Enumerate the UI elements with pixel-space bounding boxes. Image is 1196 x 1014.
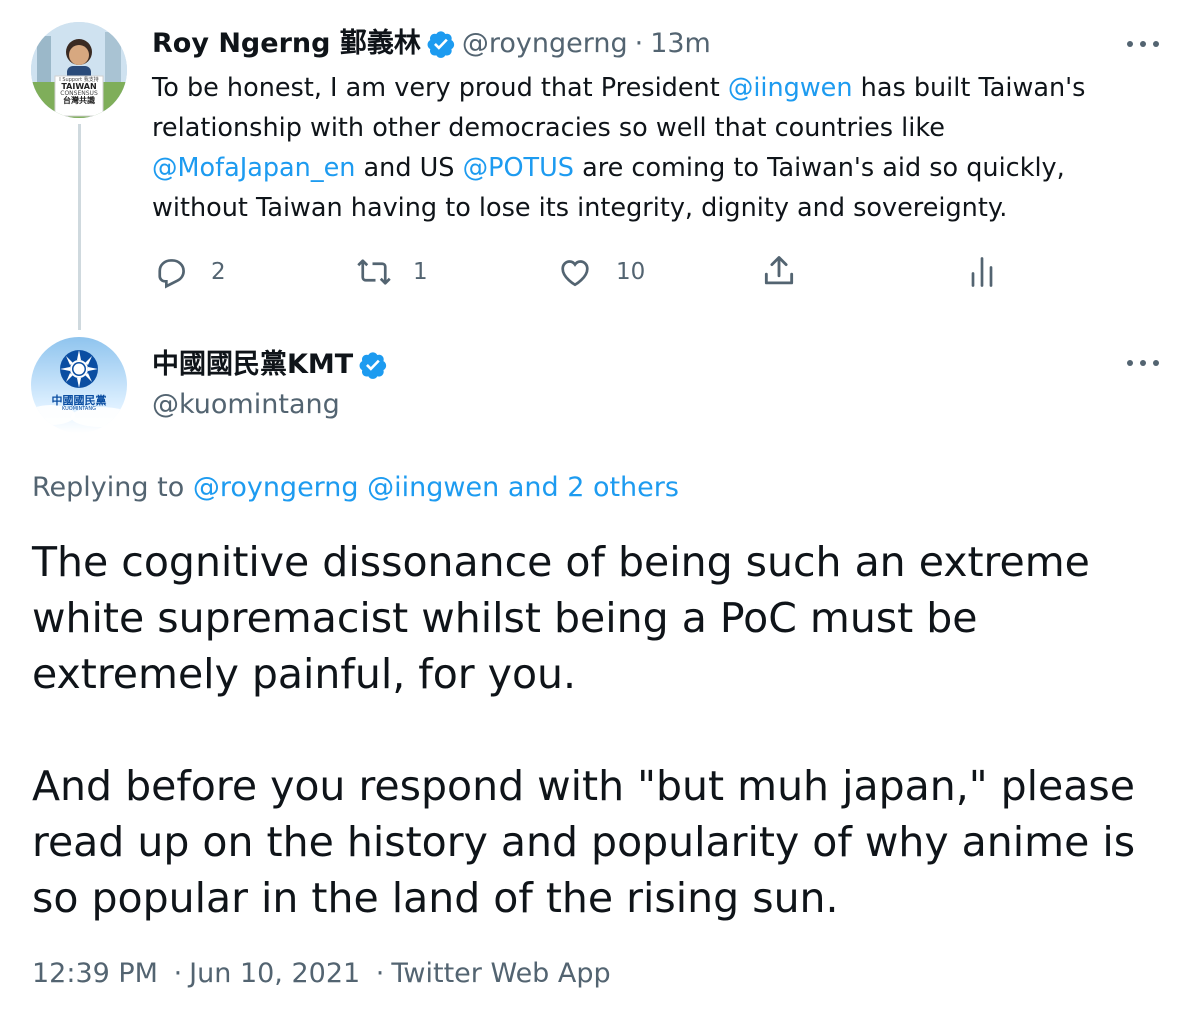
share-button[interactable] xyxy=(760,252,798,290)
reply-count: 2 xyxy=(211,259,226,285)
avatar-kuomintang[interactable]: 中國國民黨 KUOMINTANG xyxy=(31,337,127,433)
separator: · xyxy=(634,28,644,59)
like-icon xyxy=(561,260,589,287)
avatar-sign-line: 台灣共識 xyxy=(63,96,95,105)
author-row: Roy Ngerng 鄞義林 @royngerng · 13m xyxy=(152,26,711,62)
share-icon xyxy=(764,256,794,285)
tweet-date[interactable]: Jun 10, 2021 xyxy=(189,958,360,989)
paragraph: And before you respond with "but muh jap… xyxy=(32,758,1172,926)
tweet-time[interactable]: 12:39 PM xyxy=(32,958,158,989)
text-span: and US xyxy=(355,153,463,183)
display-name[interactable]: 中國國民黨KMT xyxy=(152,347,353,383)
tweet-metadata: 12:39 PM · Jun 10, 2021 · Twitter Web App xyxy=(32,955,611,993)
tweet-source[interactable]: Twitter Web App xyxy=(391,958,610,989)
body-line: And before you respond with "but muh jap… xyxy=(32,762,1135,810)
more-icon[interactable] xyxy=(1127,37,1159,51)
others-link[interactable]: and 2 others xyxy=(508,472,679,503)
body-line: The cognitive dissonance of being such a… xyxy=(32,538,1090,586)
verified-badge-icon xyxy=(359,352,387,379)
kmt-emblem-icon xyxy=(31,350,127,427)
mention-link[interactable]: @royngerng xyxy=(193,472,359,503)
mention-link[interactable]: @iingwen xyxy=(728,73,853,103)
body-line: extremely painful, for you. xyxy=(32,650,577,698)
replying-to: Replying to @royngerng @iingwen and 2 ot… xyxy=(32,470,679,506)
retweet-button[interactable]: 1 xyxy=(355,254,428,290)
tweet-line: @MofaJapan_en and US @POTUS are coming t… xyxy=(152,148,1162,188)
tweet-line: without Taiwan having to lose its integr… xyxy=(152,193,1008,223)
analytics-icon xyxy=(971,257,993,287)
separator: · xyxy=(375,958,385,989)
author-row: 中國國民黨KMT xyxy=(152,347,394,383)
handle[interactable]: @royngerng xyxy=(462,26,628,62)
text-span: are coming to Taiwan's aid so quickly, xyxy=(573,153,1065,183)
mention-link[interactable]: @MofaJapan_en xyxy=(152,153,355,183)
text-span: has built Taiwan's xyxy=(852,73,1086,103)
tweet-line: To be honest, I am very proud that Presi… xyxy=(152,68,1162,108)
verified-badge-icon xyxy=(427,31,454,58)
retweet-count: 1 xyxy=(413,259,428,285)
avatar-caption-line: 中國國民黨 xyxy=(51,394,107,407)
text-span: To be honest, I am very proud that Presi… xyxy=(152,73,728,103)
avatar-caption: 中國國民黨 KUOMINTANG xyxy=(31,395,127,412)
body-line: white supremacist whilst being a PoC mus… xyxy=(32,594,978,642)
handle[interactable]: @kuomintang xyxy=(152,387,340,423)
like-button[interactable]: 10 xyxy=(556,254,645,290)
reply-icon xyxy=(158,259,185,289)
replying-prefix: Replying to xyxy=(32,472,193,503)
body-line: so popular in the land of the rising sun… xyxy=(32,874,839,922)
paragraph: The cognitive dissonance of being such a… xyxy=(32,534,1172,702)
tweet-line: relationship with other democracies so w… xyxy=(152,113,945,143)
reply-body: The cognitive dissonance of being such a… xyxy=(32,534,1172,926)
like-count: 10 xyxy=(616,259,646,285)
tweet-thread: I Support 我支持 TAIWAN CONSENSUS 台灣共識 Roy … xyxy=(0,0,1196,1014)
retweet-icon xyxy=(357,259,391,285)
reply-button[interactable]: 2 xyxy=(153,254,226,290)
separator: · xyxy=(173,958,183,989)
avatar-sign: I Support 我支持 TAIWAN CONSENSUS 台灣共識 xyxy=(55,78,103,105)
tweet-actions: 2 1 10 xyxy=(0,252,1196,292)
avatar-caption-line: KUOMINTANG xyxy=(62,405,96,412)
body-line: read up on the history and popularity of… xyxy=(32,818,1136,866)
timestamp[interactable]: 13m xyxy=(650,26,711,62)
mention-link[interactable]: @iingwen xyxy=(367,472,499,503)
analytics-button[interactable] xyxy=(964,254,1000,290)
mention-link[interactable]: @POTUS xyxy=(463,153,574,183)
display-name[interactable]: Roy Ngerng 鄞義林 xyxy=(152,26,421,62)
avatar-royngerng[interactable]: I Support 我支持 TAIWAN CONSENSUS 台灣共識 xyxy=(31,22,127,118)
thread-connector-line xyxy=(78,124,81,330)
more-icon[interactable] xyxy=(1127,356,1159,370)
tweet-text: To be honest, I am very proud that Presi… xyxy=(152,68,1162,228)
